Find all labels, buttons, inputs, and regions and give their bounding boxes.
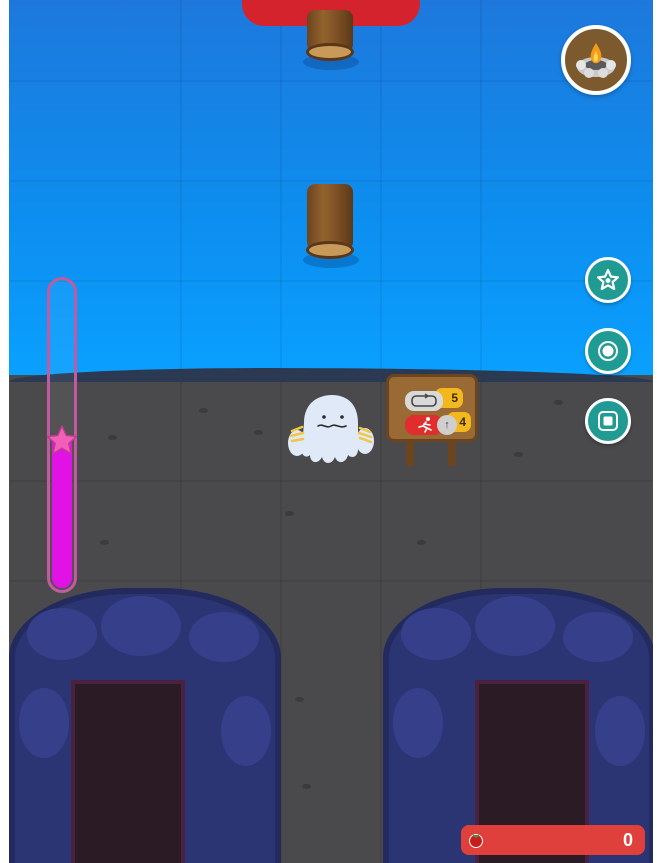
cave-right — [383, 588, 653, 863]
record-button[interactable] — [585, 328, 631, 374]
loop-chip — [405, 391, 443, 411]
up-arrow-icon: ↑ — [437, 415, 457, 435]
progress-meter-fill — [52, 441, 72, 588]
floating-log[interactable] — [303, 184, 359, 268]
campfire-button[interactable] — [561, 25, 631, 95]
sign-board: 5 4 ↑ — [386, 374, 478, 442]
tomato-icon — [469, 834, 483, 848]
star-icon — [46, 425, 78, 455]
game-scene: 5 4 ↑ 0 — [9, 0, 653, 863]
floating-log[interactable] — [303, 10, 359, 70]
stop-icon — [598, 411, 618, 431]
star-button[interactable] — [585, 257, 631, 303]
instruction-signpost[interactable]: 5 4 ↑ — [386, 374, 478, 468]
score-value: 0 — [622, 830, 633, 850]
loop-icon — [411, 393, 437, 407]
stop-button[interactable] — [585, 398, 631, 444]
cave-left — [9, 588, 281, 863]
star-icon — [596, 268, 620, 291]
campfire-icon — [576, 43, 616, 78]
score-bar: 0 — [461, 825, 645, 855]
progress-meter — [46, 277, 78, 593]
player-character[interactable] — [288, 393, 374, 471]
record-icon — [598, 341, 618, 361]
cave-entrance[interactable] — [71, 680, 185, 863]
